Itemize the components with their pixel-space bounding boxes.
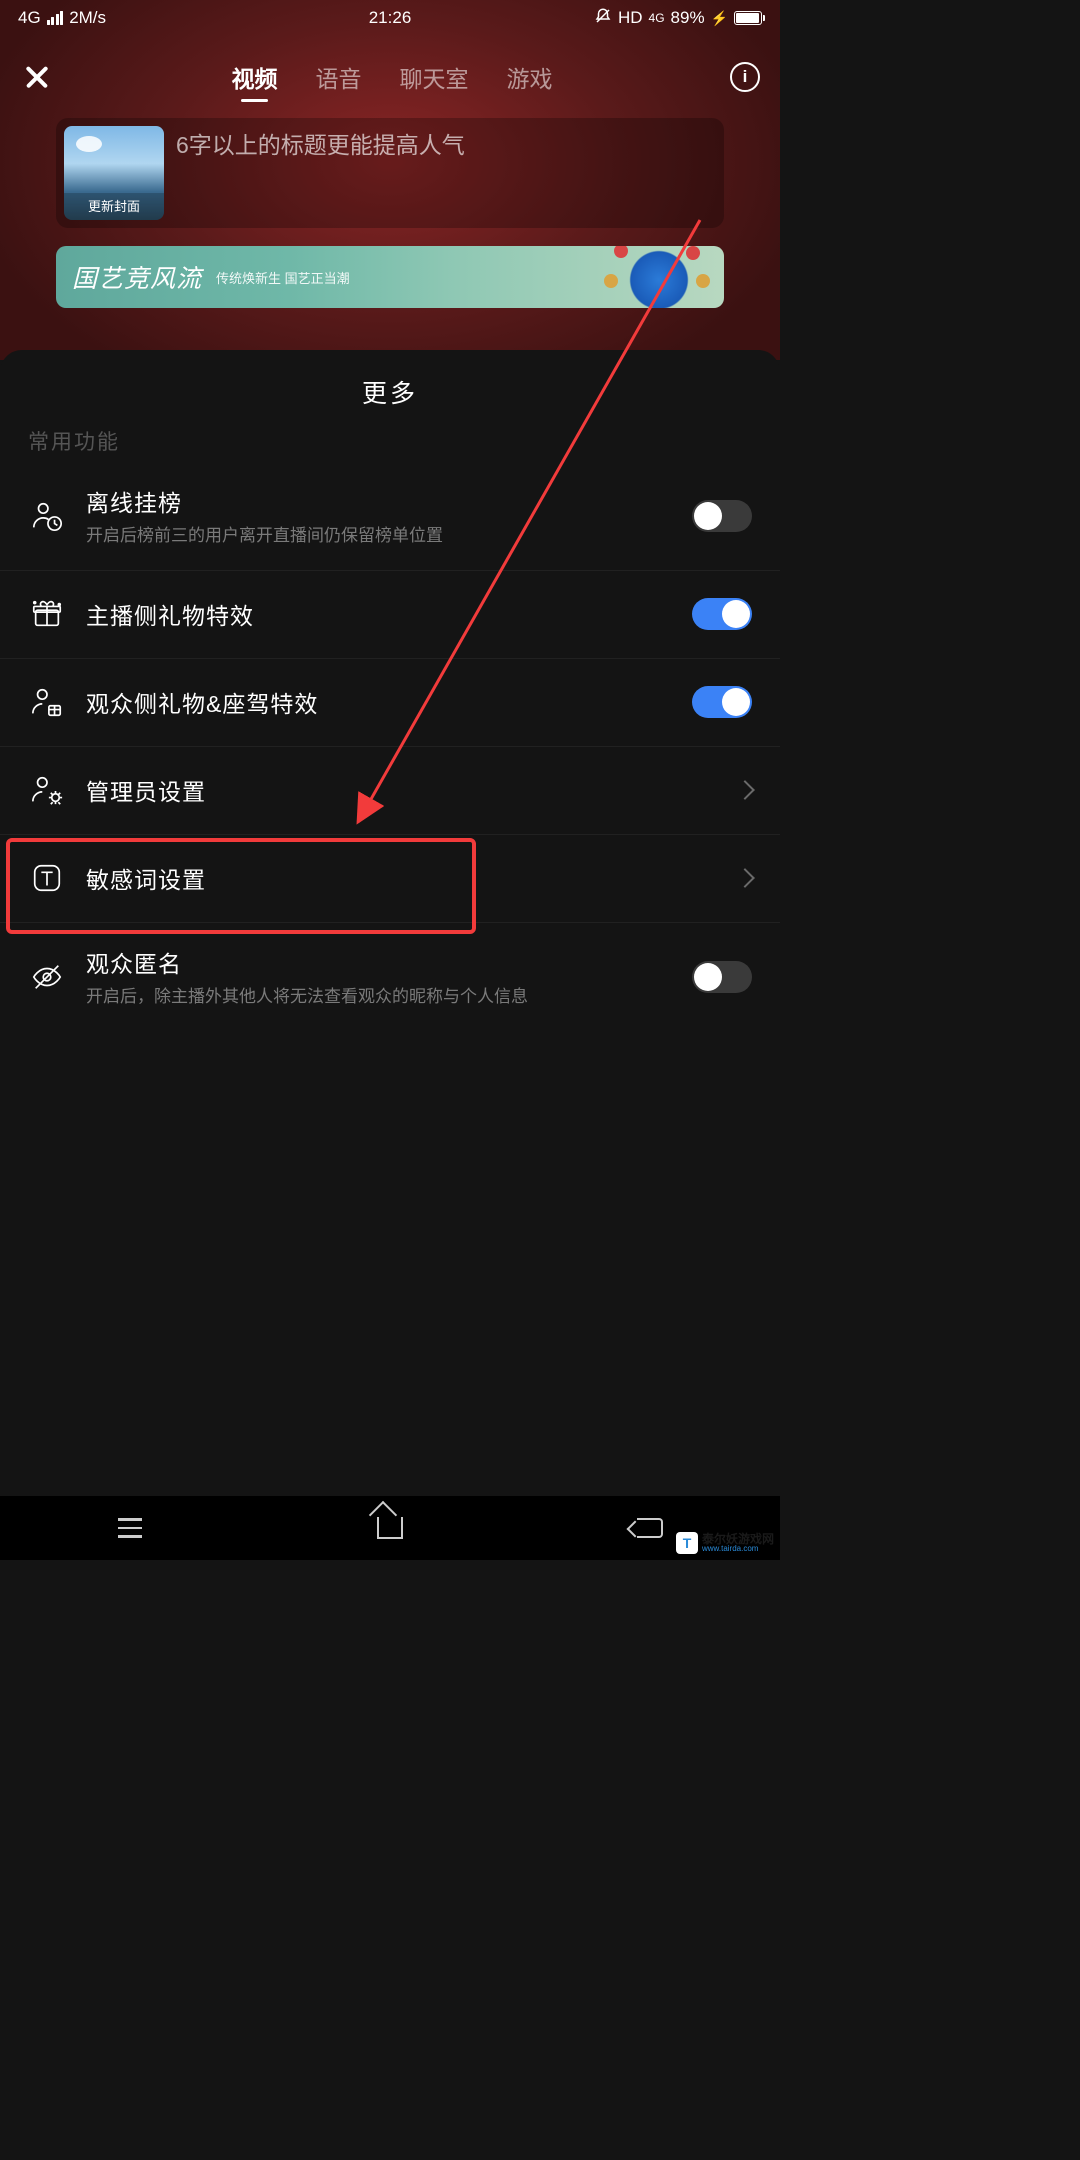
row-sensitive-words[interactable]: 敏感词设置 [0, 835, 780, 923]
tab-chatroom[interactable]: 聊天室 [400, 54, 469, 100]
cover-thumbnail[interactable]: 更新封面 [64, 126, 164, 220]
network-label: 4G [18, 8, 41, 28]
toggle-audience-gift-effects[interactable] [692, 686, 752, 718]
row-admin-settings[interactable]: 管理员设置 [0, 747, 780, 835]
header: 视频 语音 聊天室 游戏 i [0, 42, 780, 112]
signal-icon [47, 11, 64, 25]
battery-pct: 89% [671, 8, 705, 28]
person-gift-icon [28, 683, 66, 721]
banner-subtitle: 传统焕新生 国艺正当潮 [216, 268, 350, 287]
watermark-url: www.tairda.com [702, 1545, 774, 1553]
row-audience-anonymous[interactable]: 观众匿名 开启后，除主播外其他人将无法查看观众的昵称与个人信息 [0, 923, 780, 1031]
person-clock-icon [28, 497, 66, 535]
nav-home-button[interactable] [350, 1508, 430, 1548]
net-4g-icon: 4G [649, 11, 665, 25]
watermark-badge: T [676, 1532, 698, 1554]
mute-icon [594, 7, 612, 30]
cover-label: 更新封面 [64, 193, 164, 220]
tab-game[interactable]: 游戏 [507, 54, 553, 100]
charging-icon: ⚡ [711, 10, 728, 27]
tab-audio[interactable]: 语音 [316, 54, 362, 100]
eye-off-icon [28, 958, 66, 996]
nav-recent-button[interactable] [90, 1508, 170, 1548]
system-navbar [0, 1496, 780, 1560]
more-panel: 更多 常用功能 离线挂榜 开启后榜前三的用户离开直播间仍保留榜单位置 主播侧礼物… [0, 350, 780, 1560]
status-time: 21:26 [369, 8, 412, 28]
row-desc: 开启后，除主播外其他人将无法查看观众的昵称与个人信息 [86, 985, 672, 1009]
row-title: 离线挂榜 [86, 484, 672, 518]
toggle-host-gift-effects[interactable] [692, 598, 752, 630]
toggle-offline-ranking[interactable] [692, 500, 752, 532]
close-icon[interactable] [20, 60, 54, 94]
banner-art [604, 246, 714, 308]
text-box-icon [28, 859, 66, 897]
title-placeholder[interactable]: 6字以上的标题更能提高人气 [176, 126, 465, 161]
row-title: 观众侧礼物&座驾特效 [86, 685, 672, 719]
row-title: 观众匿名 [86, 945, 672, 979]
hd-label: HD [618, 8, 643, 28]
row-audience-gift-effects[interactable]: 观众侧礼物&座驾特效 [0, 659, 780, 747]
battery-icon [734, 11, 762, 25]
chevron-right-icon [735, 868, 755, 888]
toggle-audience-anonymous[interactable] [692, 961, 752, 993]
tab-bar: 视频 语音 聊天室 游戏 [54, 54, 730, 100]
watermark: T 泰尔妖游戏网 www.tairda.com [676, 1532, 774, 1554]
row-host-gift-effects[interactable]: 主播侧礼物特效 [0, 571, 780, 659]
row-offline-ranking[interactable]: 离线挂榜 开启后榜前三的用户离开直播间仍保留榜单位置 [0, 462, 780, 571]
row-title: 敏感词设置 [86, 861, 718, 895]
status-bar: 4G 2M/s 21:26 HD 4G 89% ⚡ [0, 0, 780, 36]
banner-title: 国艺竞风流 [72, 259, 202, 295]
row-title: 管理员设置 [86, 773, 718, 807]
promo-banner[interactable]: 国艺竞风流 传统焕新生 国艺正当潮 [56, 246, 724, 308]
chevron-right-icon [735, 780, 755, 800]
title-card: 更新封面 6字以上的标题更能提高人气 [56, 118, 724, 228]
tab-video[interactable]: 视频 [232, 54, 278, 100]
row-title: 主播侧礼物特效 [86, 597, 672, 631]
section-label: 常用功能 [0, 426, 780, 462]
network-speed: 2M/s [69, 8, 106, 28]
info-icon[interactable]: i [730, 62, 760, 92]
gift-icon [28, 595, 66, 633]
panel-title: 更多 [0, 364, 780, 426]
row-desc: 开启后榜前三的用户离开直播间仍保留榜单位置 [86, 524, 672, 548]
person-gear-icon [28, 771, 66, 809]
